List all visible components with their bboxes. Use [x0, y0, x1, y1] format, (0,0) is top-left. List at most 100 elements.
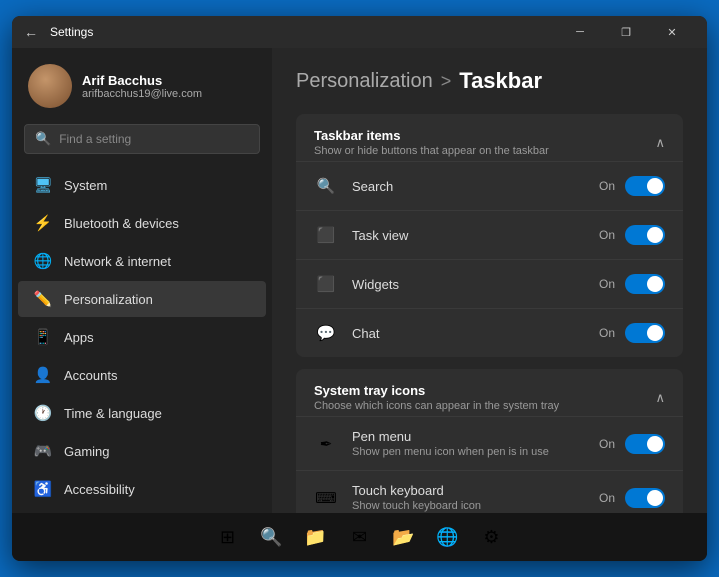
breadcrumb-parent: Personalization	[296, 70, 433, 93]
sidebar-label-time: Time & language	[64, 406, 162, 421]
setting-label-chat: Chat	[352, 326, 599, 341]
user-profile[interactable]: Arif Bacchus arifbacchus19@live.com	[12, 48, 272, 120]
setting-item-touch-keyboard: ⌨ Touch keyboard Show touch keyboard iconO…	[296, 470, 683, 513]
accounts-icon: 👤	[34, 366, 52, 384]
taskbar-icon-0[interactable]: ⊞	[210, 519, 246, 555]
time-icon: 🕐	[34, 404, 52, 422]
sidebar-item-bluetooth[interactable]: ⚡Bluetooth & devices	[18, 205, 266, 241]
window-title: Settings	[50, 25, 549, 39]
sidebar-label-network: Network & internet	[64, 254, 171, 269]
taskbar-icon-2[interactable]: 📁	[298, 519, 334, 555]
user-info: Arif Bacchus arifbacchus19@live.com	[82, 73, 202, 100]
touch-keyboard-icon: ⌨	[314, 486, 338, 510]
taskbar: ⊞🔍📁✉📂🌐⚙	[12, 513, 707, 561]
search-icon: 🔍	[314, 174, 338, 198]
user-email: arifbacchus19@live.com	[82, 88, 202, 100]
sidebar-item-accounts[interactable]: 👤Accounts	[18, 357, 266, 393]
section-title-system-tray: System tray icons	[314, 383, 559, 398]
section-header-taskbar-items[interactable]: Taskbar items Show or hide buttons that a…	[296, 114, 683, 161]
nav-items: 🖥 System ⚡Bluetooth & devices🌐Network & in…	[12, 162, 272, 513]
window-controls: ─ ❐ ✕	[557, 16, 695, 48]
setting-status-touch-keyboard: On	[599, 491, 615, 505]
section-desc-system-tray: Choose which icons can appear in the sys…	[314, 400, 559, 412]
sidebar-label-apps: Apps	[64, 330, 94, 345]
breadcrumb-current: Taskbar	[459, 68, 542, 94]
back-button[interactable]: ←	[24, 24, 38, 40]
setting-status-widgets: On	[599, 277, 615, 291]
section-system-tray: System tray icons Choose which icons can …	[296, 369, 683, 513]
setting-right-touch-keyboard: On	[599, 488, 665, 508]
personalization-icon: ✏️	[34, 290, 52, 308]
chat-icon: 💬	[314, 321, 338, 345]
setting-sublabel-touch-keyboard: Show touch keyboard icon	[352, 500, 599, 512]
setting-label-widgets: Widgets	[352, 277, 599, 292]
taskbar-icon-4[interactable]: 📂	[386, 519, 422, 555]
setting-item-widgets: ⬛ WidgetsOn	[296, 259, 683, 308]
setting-item-taskview: ⬛ Task viewOn	[296, 210, 683, 259]
sidebar-item-network[interactable]: 🌐Network & internet	[18, 243, 266, 279]
setting-status-taskview: On	[599, 228, 615, 242]
user-name: Arif Bacchus	[82, 73, 202, 88]
sidebar-item-accessibility[interactable]: ♿Accessibility	[18, 471, 266, 507]
setting-label-group-touch-keyboard: Touch keyboard Show touch keyboard icon	[352, 483, 599, 512]
search-box[interactable]: 🔍	[24, 124, 260, 154]
setting-right-taskview: On	[599, 225, 665, 245]
setting-label-pen-menu: Pen menu	[352, 429, 599, 444]
toggle-taskview[interactable]	[625, 225, 665, 245]
titlebar: ← Settings ─ ❐ ✕	[12, 16, 707, 48]
settings-window: ← Settings ─ ❐ ✕ Arif Bacchus arifbacchu…	[12, 16, 707, 561]
sidebar-item-apps[interactable]: 📱 Apps	[18, 319, 266, 355]
close-button[interactable]: ✕	[649, 16, 695, 48]
search-input[interactable]	[59, 132, 249, 146]
section-taskbar-items: Taskbar items Show or hide buttons that a…	[296, 114, 683, 357]
setting-label-group-search: Search	[352, 179, 599, 194]
taskbar-icon-5[interactable]: 🌐	[430, 519, 466, 555]
sidebar-label-gaming: Gaming	[64, 444, 110, 459]
toggle-widgets[interactable]	[625, 274, 665, 294]
sidebar-label-system: System	[64, 178, 107, 193]
toggle-chat[interactable]	[625, 323, 665, 343]
toggle-search[interactable]	[625, 176, 665, 196]
pen-menu-icon: ✒	[314, 432, 338, 456]
toggle-pen-menu[interactable]	[625, 434, 665, 454]
toggle-touch-keyboard[interactable]	[625, 488, 665, 508]
section-title-group-system-tray: System tray icons Choose which icons can …	[314, 383, 559, 412]
section-header-system-tray[interactable]: System tray icons Choose which icons can …	[296, 369, 683, 416]
setting-status-search: On	[599, 179, 615, 193]
taskbar-icon-6[interactable]: ⚙	[474, 519, 510, 555]
setting-label-group-taskview: Task view	[352, 228, 599, 243]
system-icon: 🖥	[34, 176, 52, 194]
sidebar-item-system[interactable]: 🖥 System	[18, 167, 266, 203]
maximize-button[interactable]: ❐	[603, 16, 649, 48]
widgets-icon: ⬛	[314, 272, 338, 296]
setting-right-pen-menu: On	[599, 434, 665, 454]
setting-sublabel-pen-menu: Show pen menu icon when pen is in use	[352, 446, 599, 458]
sidebar: Arif Bacchus arifbacchus19@live.com 🔍 🖥 S…	[12, 48, 272, 513]
apps-icon: 📱	[34, 328, 52, 346]
chevron-up-icon: ∧	[655, 390, 665, 406]
sidebar-item-time[interactable]: 🕐 Time & language	[18, 395, 266, 431]
breadcrumb-separator: >	[441, 71, 452, 92]
sidebar-item-personalization[interactable]: ✏️ Personalization	[18, 281, 266, 317]
setting-right-widgets: On	[599, 274, 665, 294]
sidebar-item-gaming[interactable]: 🎮Gaming	[18, 433, 266, 469]
sidebar-label-personalization: Personalization	[64, 292, 153, 307]
section-desc-taskbar-items: Show or hide buttons that appear on the …	[314, 145, 549, 157]
setting-status-chat: On	[599, 326, 615, 340]
setting-item-pen-menu: ✒ Pen menu Show pen menu icon when pen is …	[296, 416, 683, 470]
chevron-up-icon: ∧	[655, 135, 665, 151]
taskview-icon: ⬛	[314, 223, 338, 247]
minimize-button[interactable]: ─	[557, 16, 603, 48]
window-content: Arif Bacchus arifbacchus19@live.com 🔍 🖥 S…	[12, 48, 707, 513]
sidebar-label-accessibility: Accessibility	[64, 482, 135, 497]
taskbar-icon-1[interactable]: 🔍	[254, 519, 290, 555]
setting-label-search: Search	[352, 179, 599, 194]
setting-item-search: 🔍 SearchOn	[296, 161, 683, 210]
setting-label-touch-keyboard: Touch keyboard	[352, 483, 599, 498]
taskbar-icon-3[interactable]: ✉	[342, 519, 378, 555]
breadcrumb: Personalization > Taskbar	[296, 68, 683, 94]
section-title-group-taskbar-items: Taskbar items Show or hide buttons that a…	[314, 128, 549, 157]
sections-container: Taskbar items Show or hide buttons that a…	[296, 114, 683, 513]
bluetooth-icon: ⚡	[34, 214, 52, 232]
section-title-taskbar-items: Taskbar items	[314, 128, 549, 143]
